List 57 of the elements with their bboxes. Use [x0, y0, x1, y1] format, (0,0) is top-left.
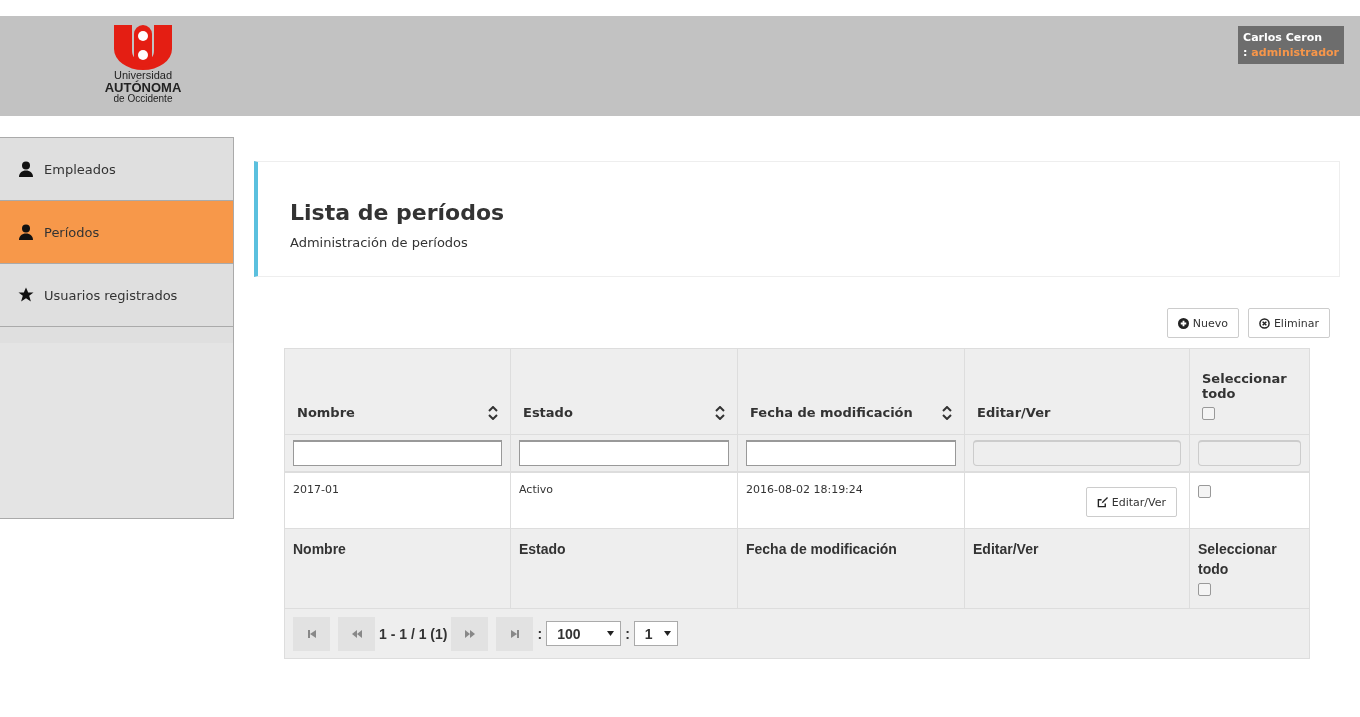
star-icon	[18, 287, 34, 303]
next-page-button[interactable]	[451, 616, 489, 651]
separator-text: :	[537, 625, 543, 642]
filter-field[interactable]	[293, 440, 502, 466]
checkbox[interactable]	[1198, 583, 1211, 596]
table-cell: 2017-01	[293, 483, 339, 496]
column-footer: Seleccionar todo	[1198, 539, 1298, 579]
filter-field[interactable]	[746, 440, 956, 466]
close-circle-icon	[1258, 317, 1270, 329]
checkbox[interactable]	[1198, 485, 1211, 498]
column-footer: Editar/Ver	[973, 541, 1039, 557]
column-footer: Fecha de modificación	[746, 541, 897, 557]
filter-field[interactable]	[519, 440, 729, 466]
edit-button[interactable]: Editar/Ver	[1085, 487, 1177, 517]
user-icon	[18, 224, 34, 240]
page-subtitle: Administración de períodos	[290, 235, 469, 250]
caret-icon	[663, 631, 671, 636]
caret-icon	[607, 631, 615, 636]
page-title: Lista de períodos	[290, 200, 506, 225]
column-footer: Estado	[519, 541, 566, 557]
table-cell: 2016-08-02 18:19:24	[746, 483, 863, 496]
logo-text: AUTÓNOMA	[104, 81, 182, 94]
sidebar-item[interactable]: Empleados	[0, 138, 233, 201]
user-name: Carlos Ceron	[1243, 30, 1324, 45]
column-footer: Nombre	[293, 541, 346, 557]
last-page-icon	[509, 628, 520, 639]
column-header: Fecha de modificación	[750, 405, 913, 420]
logo-text: Universidad	[113, 70, 173, 81]
page-range: 1 - 1 / 1 (1)	[379, 625, 448, 642]
fast-forward-icon	[464, 628, 475, 639]
logo-text: de Occidente	[113, 94, 173, 104]
sort-icon[interactable]	[942, 406, 952, 420]
user-role: : administrador	[1243, 45, 1339, 60]
rewind-icon	[351, 628, 362, 639]
last-page-button[interactable]	[496, 616, 534, 651]
column-header: Seleccionar todo	[1202, 371, 1288, 401]
user-icon	[18, 161, 34, 177]
sort-icon[interactable]	[488, 406, 498, 420]
sidebar-item[interactable]: Períodos	[0, 201, 233, 264]
column-header: Editar/Ver	[977, 405, 1051, 420]
sidebar-item[interactable]: Usuarios registrados	[0, 264, 233, 327]
first-page-icon	[306, 628, 317, 639]
plus-circle-icon	[1177, 317, 1189, 329]
table-cell: Activo	[519, 483, 553, 496]
separator-text: :	[625, 625, 630, 642]
university-logo-icon	[114, 25, 172, 70]
action-button[interactable]: Nuevo	[1166, 308, 1239, 338]
column-header: Nombre	[297, 405, 355, 420]
column-header: Estado	[523, 405, 573, 420]
checkbox[interactable]	[1202, 407, 1215, 420]
previous-page-button[interactable]	[338, 616, 375, 651]
first-page-button[interactable]	[293, 616, 330, 651]
page-size-select[interactable]: 100	[546, 621, 622, 646]
sort-icon[interactable]	[715, 406, 725, 420]
page-select[interactable]: 1	[633, 621, 678, 646]
action-button[interactable]: Eliminar	[1247, 308, 1330, 338]
edit-icon	[1096, 496, 1108, 508]
